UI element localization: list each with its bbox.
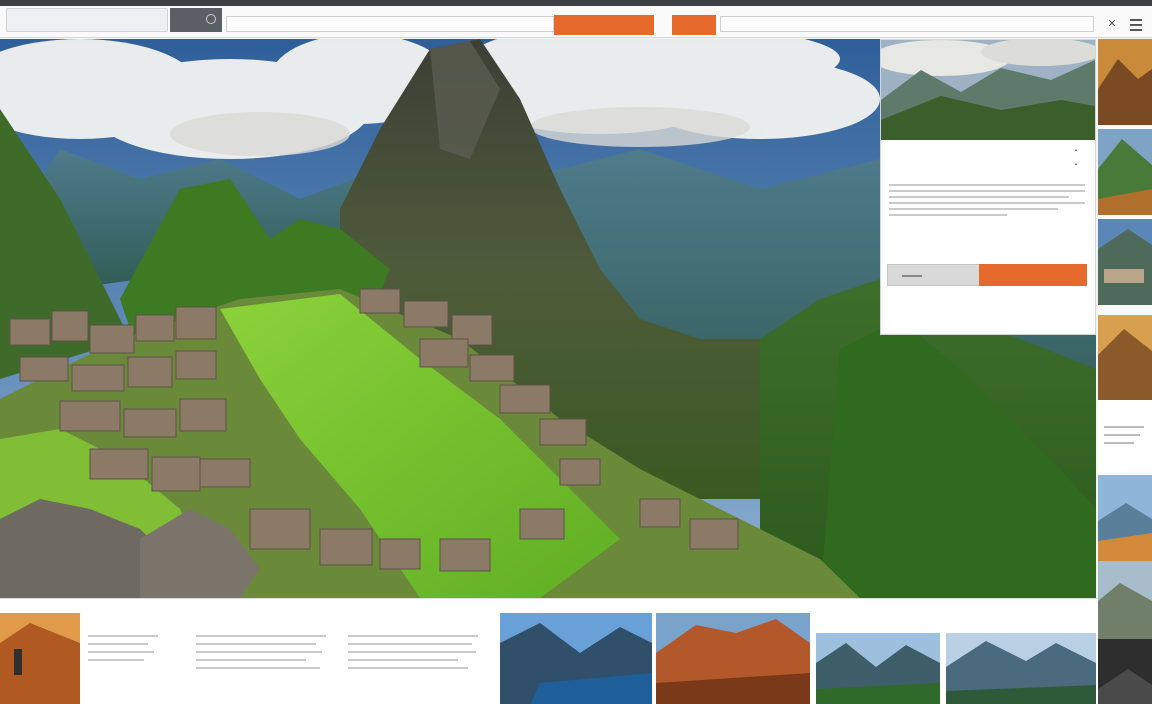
listing-image[interactable] [946, 633, 1096, 704]
top-toolbar: ✕ [0, 0, 1152, 38]
thumbnail[interactable] [1098, 639, 1152, 704]
window-strip [0, 0, 1152, 6]
thumbnail[interactable] [1098, 219, 1152, 305]
thumbnail[interactable] [1098, 315, 1152, 401]
globe-icon [206, 14, 216, 24]
thumbnail-column [1098, 39, 1152, 704]
close-icon[interactable]: ✕ [1104, 16, 1120, 32]
search-input[interactable] [226, 16, 554, 32]
listing-image[interactable] [656, 613, 810, 704]
page: ✕ ▪ ▪ [0, 0, 1152, 704]
url-field[interactable] [6, 8, 168, 32]
side-info-card [1098, 400, 1152, 472]
primary-button[interactable] [554, 15, 654, 35]
thumbnail[interactable] [1098, 475, 1152, 561]
location-input[interactable] [720, 16, 1094, 32]
secondary-button[interactable] [672, 15, 716, 35]
hamburger-menu-icon[interactable] [1128, 16, 1144, 32]
booking-description [889, 180, 1085, 220]
bottom-listing-strip [0, 598, 1098, 704]
menu-dropdown[interactable] [170, 8, 222, 32]
thumbnail[interactable] [1098, 129, 1152, 215]
guest-select[interactable] [887, 264, 981, 286]
booking-card: ▪ ▪ [880, 39, 1096, 335]
booking-card-image [881, 40, 1095, 140]
listing-image[interactable] [816, 633, 940, 704]
listing-image[interactable] [0, 613, 80, 704]
thumbnail[interactable] [1098, 39, 1152, 125]
thumbnail[interactable] [1098, 561, 1152, 647]
booking-flag-icon: ▪ [1074, 162, 1077, 168]
booking-flag-icon: ▪ [1074, 148, 1077, 154]
listing-image[interactable] [500, 613, 652, 704]
book-now-button[interactable] [979, 264, 1087, 286]
